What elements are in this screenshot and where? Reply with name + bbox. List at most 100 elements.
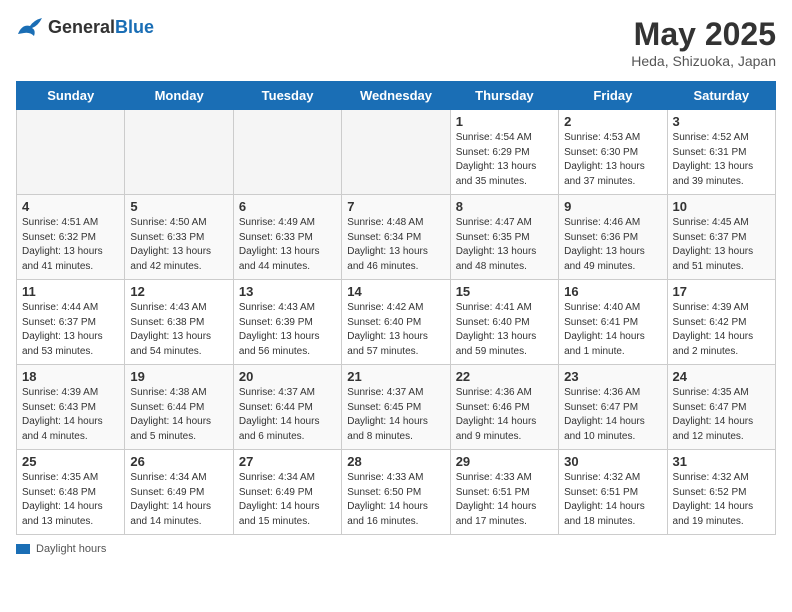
cell-info: Sunrise: 4:48 AM Sunset: 6:34 PM Dayligh… [347, 216, 444, 274]
week-row-4: 18 Sunrise: 4:39 AM Sunset: 6:43 PM Dayli… [17, 365, 776, 450]
date-number: 2 [564, 114, 661, 129]
logo-blue: Blue [115, 17, 154, 37]
cell-info: Sunrise: 4:37 AM Sunset: 6:44 PM Dayligh… [239, 386, 336, 444]
date-number: 17 [673, 284, 770, 299]
date-number: 15 [456, 284, 553, 299]
title-block: May 2025 Heda, Shizuoka, Japan [631, 16, 776, 69]
date-number: 29 [456, 454, 553, 469]
date-number: 1 [456, 114, 553, 129]
calendar-cell: 8Sunrise: 4:47 AM Sunset: 6:35 PM Daylig… [450, 195, 558, 280]
cell-info: Sunrise: 4:35 AM Sunset: 6:48 PM Dayligh… [22, 471, 119, 529]
logo-bird-icon [16, 16, 44, 38]
calendar-cell: 25 Sunrise: 4:35 AM Sunset: 6:48 PM Dayli… [17, 450, 125, 535]
day-header-thursday: Thursday [450, 82, 558, 110]
day-headers-row: SundayMondayTuesdayWednesdayThursdayFrid… [17, 82, 776, 110]
date-number: 21 [347, 369, 444, 384]
date-number: 18 [22, 369, 119, 384]
date-number: 12 [130, 284, 227, 299]
calendar-cell: 13 Sunrise: 4:43 AM Sunset: 6:39 PM Dayli… [233, 280, 341, 365]
calendar-cell [125, 110, 233, 195]
calendar-cell: 17 Sunrise: 4:39 AM Sunset: 6:42 PM Dayli… [667, 280, 775, 365]
main-title: May 2025 [631, 16, 776, 53]
date-number: 7 [347, 199, 444, 214]
footer-bar-icon [16, 544, 30, 554]
day-header-tuesday: Tuesday [233, 82, 341, 110]
calendar-cell: 28Sunrise: 4:33 AM Sunset: 6:50 PM Dayli… [342, 450, 450, 535]
subtitle: Heda, Shizuoka, Japan [631, 53, 776, 69]
date-number: 11 [22, 284, 119, 299]
calendar-cell: 9Sunrise: 4:46 AM Sunset: 6:36 PM Daylig… [559, 195, 667, 280]
cell-info: Sunrise: 4:36 AM Sunset: 6:47 PM Dayligh… [564, 386, 661, 444]
calendar-cell: 21Sunrise: 4:37 AM Sunset: 6:45 PM Dayli… [342, 365, 450, 450]
day-header-wednesday: Wednesday [342, 82, 450, 110]
cell-info: Sunrise: 4:51 AM Sunset: 6:32 PM Dayligh… [22, 216, 119, 274]
cell-info: Sunrise: 4:52 AM Sunset: 6:31 PM Dayligh… [673, 131, 770, 189]
cell-info: Sunrise: 4:38 AM Sunset: 6:44 PM Dayligh… [130, 386, 227, 444]
cell-info: Sunrise: 4:41 AM Sunset: 6:40 PM Dayligh… [456, 301, 553, 359]
date-number: 25 [22, 454, 119, 469]
calendar-cell: 10 Sunrise: 4:45 AM Sunset: 6:37 PM Dayli… [667, 195, 775, 280]
date-number: 6 [239, 199, 336, 214]
date-number: 30 [564, 454, 661, 469]
cell-info: Sunrise: 4:47 AM Sunset: 6:35 PM Dayligh… [456, 216, 553, 274]
date-number: 24 [673, 369, 770, 384]
cell-info: Sunrise: 4:39 AM Sunset: 6:43 PM Dayligh… [22, 386, 119, 444]
calendar-cell: 14 Sunrise: 4:42 AM Sunset: 6:40 PM Dayli… [342, 280, 450, 365]
date-number: 10 [673, 199, 770, 214]
cell-info: Sunrise: 4:54 AM Sunset: 6:29 PM Dayligh… [456, 131, 553, 189]
calendar-cell: 20 Sunrise: 4:37 AM Sunset: 6:44 PM Dayli… [233, 365, 341, 450]
date-number: 4 [22, 199, 119, 214]
calendar-cell: 30 Sunrise: 4:32 AM Sunset: 6:51 PM Dayli… [559, 450, 667, 535]
week-row-5: 25 Sunrise: 4:35 AM Sunset: 6:48 PM Dayli… [17, 450, 776, 535]
cell-info: Sunrise: 4:50 AM Sunset: 6:33 PM Dayligh… [130, 216, 227, 274]
date-number: 14 [347, 284, 444, 299]
date-number: 9 [564, 199, 661, 214]
date-number: 13 [239, 284, 336, 299]
calendar-table: SundayMondayTuesdayWednesdayThursdayFrid… [16, 81, 776, 535]
calendar-cell: 31 Sunrise: 4:32 AM Sunset: 6:52 PM Dayli… [667, 450, 775, 535]
calendar-cell: 16 Sunrise: 4:40 AM Sunset: 6:41 PM Dayli… [559, 280, 667, 365]
week-row-1: 1 Sunrise: 4:54 AM Sunset: 6:29 PM Daylig… [17, 110, 776, 195]
calendar-cell: 15 Sunrise: 4:41 AM Sunset: 6:40 PM Dayli… [450, 280, 558, 365]
cell-info: Sunrise: 4:32 AM Sunset: 6:52 PM Dayligh… [673, 471, 770, 529]
cell-info: Sunrise: 4:45 AM Sunset: 6:37 PM Dayligh… [673, 216, 770, 274]
cell-info: Sunrise: 4:39 AM Sunset: 6:42 PM Dayligh… [673, 301, 770, 359]
footer: Daylight hours [16, 543, 776, 555]
date-number: 5 [130, 199, 227, 214]
week-row-3: 11 Sunrise: 4:44 AM Sunset: 6:37 PM Dayli… [17, 280, 776, 365]
calendar-cell: 3Sunrise: 4:52 AM Sunset: 6:31 PM Daylig… [667, 110, 775, 195]
calendar-cell: 27 Sunrise: 4:34 AM Sunset: 6:49 PM Dayli… [233, 450, 341, 535]
calendar-cell: 1 Sunrise: 4:54 AM Sunset: 6:29 PM Daylig… [450, 110, 558, 195]
footer-label: Daylight hours [36, 543, 106, 555]
calendar-cell: 24 Sunrise: 4:35 AM Sunset: 6:47 PM Dayli… [667, 365, 775, 450]
date-number: 16 [564, 284, 661, 299]
day-header-monday: Monday [125, 82, 233, 110]
day-header-friday: Friday [559, 82, 667, 110]
date-number: 28 [347, 454, 444, 469]
page-header: GeneralBlue May 2025 Heda, Shizuoka, Jap… [16, 16, 776, 69]
date-number: 19 [130, 369, 227, 384]
date-number: 31 [673, 454, 770, 469]
calendar-cell: 26Sunrise: 4:34 AM Sunset: 6:49 PM Dayli… [125, 450, 233, 535]
cell-info: Sunrise: 4:43 AM Sunset: 6:39 PM Dayligh… [239, 301, 336, 359]
calendar-cell: 11 Sunrise: 4:44 AM Sunset: 6:37 PM Dayli… [17, 280, 125, 365]
cell-info: Sunrise: 4:36 AM Sunset: 6:46 PM Dayligh… [456, 386, 553, 444]
calendar-cell: 6 Sunrise: 4:49 AM Sunset: 6:33 PM Daylig… [233, 195, 341, 280]
cell-info: Sunrise: 4:42 AM Sunset: 6:40 PM Dayligh… [347, 301, 444, 359]
cell-info: Sunrise: 4:44 AM Sunset: 6:37 PM Dayligh… [22, 301, 119, 359]
cell-info: Sunrise: 4:40 AM Sunset: 6:41 PM Dayligh… [564, 301, 661, 359]
cell-info: Sunrise: 4:32 AM Sunset: 6:51 PM Dayligh… [564, 471, 661, 529]
date-number: 27 [239, 454, 336, 469]
calendar-cell: 4 Sunrise: 4:51 AM Sunset: 6:32 PM Daylig… [17, 195, 125, 280]
cell-info: Sunrise: 4:49 AM Sunset: 6:33 PM Dayligh… [239, 216, 336, 274]
calendar-cell [17, 110, 125, 195]
week-row-2: 4 Sunrise: 4:51 AM Sunset: 6:32 PM Daylig… [17, 195, 776, 280]
cell-info: Sunrise: 4:35 AM Sunset: 6:47 PM Dayligh… [673, 386, 770, 444]
calendar-cell: 12Sunrise: 4:43 AM Sunset: 6:38 PM Dayli… [125, 280, 233, 365]
day-header-saturday: Saturday [667, 82, 775, 110]
calendar-cell: 19 Sunrise: 4:38 AM Sunset: 6:44 PM Dayli… [125, 365, 233, 450]
date-number: 20 [239, 369, 336, 384]
logo: GeneralBlue [16, 16, 154, 38]
cell-info: Sunrise: 4:34 AM Sunset: 6:49 PM Dayligh… [239, 471, 336, 529]
calendar-cell: 2Sunrise: 4:53 AM Sunset: 6:30 PM Daylig… [559, 110, 667, 195]
